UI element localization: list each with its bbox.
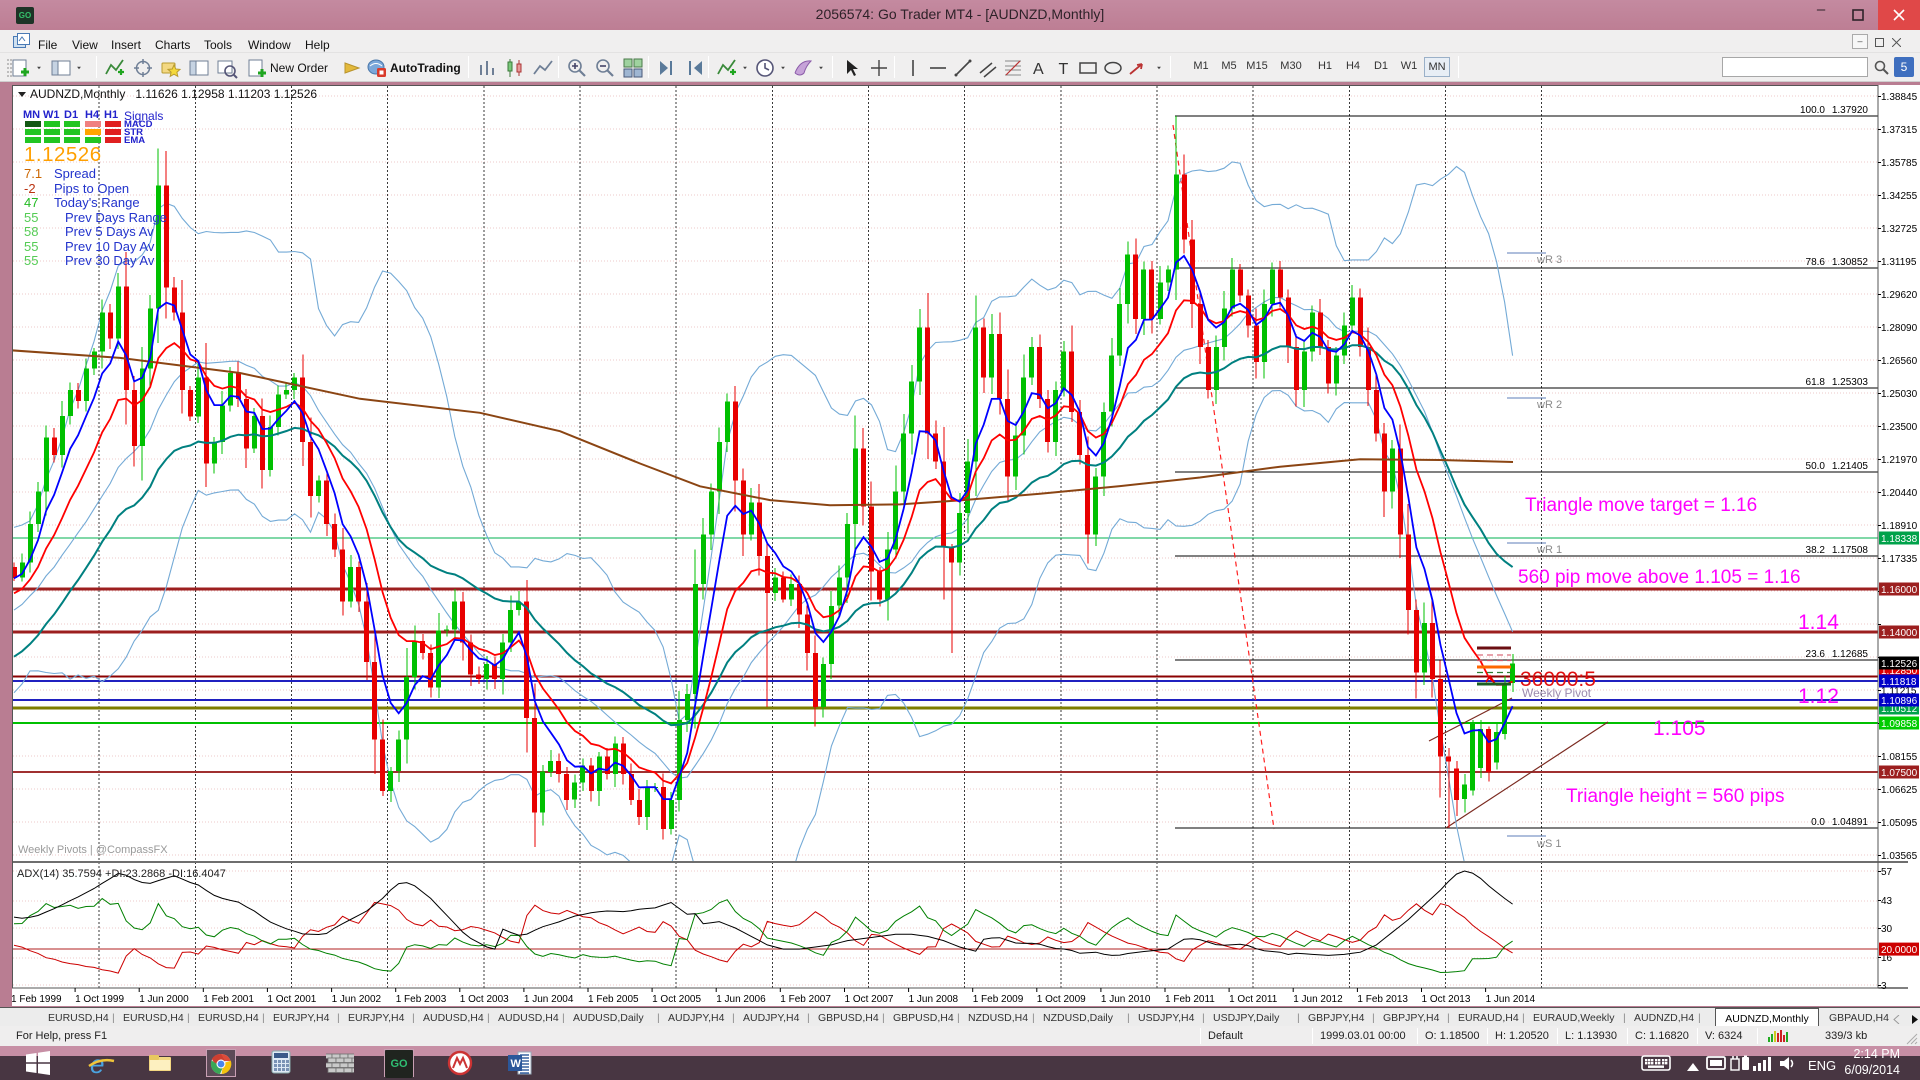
svg-text:1 Oct 2013: 1 Oct 2013 [1422,994,1471,1005]
svg-text:Weekly Pivots | @CompassFX: Weekly Pivots | @CompassFX [18,844,168,856]
svg-text:0.0: 0.0 [1811,817,1825,828]
svg-text:wR 3: wR 3 [1536,254,1562,266]
svg-text:1.25030: 1.25030 [1881,389,1918,400]
svg-text:43: 43 [1881,896,1893,907]
svg-text:1.03565: 1.03565 [1881,851,1918,862]
svg-text:1 Feb 2003: 1 Feb 2003 [396,994,447,1005]
svg-text:1 Feb 2007: 1 Feb 2007 [780,994,831,1005]
svg-text:1.38845: 1.38845 [1881,92,1918,103]
svg-text:1.12: 1.12 [1798,685,1839,708]
svg-text:W: W [511,1058,522,1070]
svg-text:1.07500: 1.07500 [1881,768,1918,779]
svg-text:A: A [1033,61,1044,78]
svg-text:1.20440: 1.20440 [1881,488,1918,499]
svg-text:Triangle height = 560 pips: Triangle height = 560 pips [1566,786,1784,807]
svg-text:1.21405: 1.21405 [1832,461,1869,472]
svg-text:20.0000: 20.0000 [1881,945,1918,956]
svg-text:560 pip move above 1.105 = 1.1: 560 pip move above 1.105 = 1.16 [1518,567,1801,588]
svg-text:1 Feb 2005: 1 Feb 2005 [588,994,639,1005]
svg-text:1 Jun 2000: 1 Jun 2000 [139,994,189,1005]
svg-text:1.10896: 1.10896 [1881,696,1918,707]
svg-text:78.6: 78.6 [1806,257,1826,268]
svg-text:1 Feb 2001: 1 Feb 2001 [203,994,254,1005]
svg-text:1 Feb 2011: 1 Feb 2011 [1165,994,1215,1005]
svg-text:wS 1: wS 1 [1536,838,1561,850]
svg-text:1 Oct 2007: 1 Oct 2007 [845,994,894,1005]
svg-text:100.0: 100.0 [1800,105,1825,116]
svg-text:1.18910: 1.18910 [1881,521,1918,532]
svg-text:1.34255: 1.34255 [1881,191,1918,202]
svg-text:1.37315: 1.37315 [1881,125,1918,136]
svg-text:1 Oct 2009: 1 Oct 2009 [1037,994,1086,1005]
svg-text:AUDNZD,Monthly 1.11626 1.129: AUDNZD,Monthly 1.11626 1.12958 1.11203 1… [30,87,317,101]
svg-text:1.14000: 1.14000 [1881,628,1918,639]
svg-text:1.09858: 1.09858 [1881,719,1918,730]
svg-text:1.23500: 1.23500 [1881,422,1918,433]
svg-text:1 Feb 2013: 1 Feb 2013 [1357,994,1408,1005]
svg-text:1.17508: 1.17508 [1832,545,1869,556]
svg-text:1.32725: 1.32725 [1881,224,1918,235]
svg-text:1 Jun 2014: 1 Jun 2014 [1486,994,1536,1005]
svg-text:1 Jun 2002: 1 Jun 2002 [332,994,382,1005]
svg-text:1.17335: 1.17335 [1881,554,1918,565]
svg-text:1.21970: 1.21970 [1881,455,1918,466]
svg-text:ADX(14) 35.7594 +DI:23.2868 -D: ADX(14) 35.7594 +DI:23.2868 -DI:16.4047 [17,868,226,880]
svg-text:1 Oct 2001: 1 Oct 2001 [267,994,316,1005]
svg-text:1.28090: 1.28090 [1881,323,1918,334]
svg-text:1 Jun 2010: 1 Jun 2010 [1101,994,1151,1005]
svg-text:1.35785: 1.35785 [1881,158,1918,169]
svg-text:1.29620: 1.29620 [1881,290,1918,301]
svg-text:1.14: 1.14 [1798,611,1839,634]
svg-text:30: 30 [1881,924,1893,935]
svg-text:Weekly Pivot: Weekly Pivot [1522,686,1592,700]
svg-text:T: T [1059,61,1069,78]
svg-text:1.04891: 1.04891 [1832,817,1869,828]
svg-text:1.06625: 1.06625 [1881,785,1918,796]
svg-text:57: 57 [1881,867,1893,878]
svg-text:1.08155: 1.08155 [1881,752,1918,763]
svg-text:1.18338: 1.18338 [1881,534,1918,545]
svg-text:1 Jun 2008: 1 Jun 2008 [909,994,959,1005]
svg-text:1 Oct 1999: 1 Oct 1999 [75,994,124,1005]
svg-text:1.12685: 1.12685 [1832,649,1869,660]
svg-text:23.6: 23.6 [1806,649,1826,660]
svg-text:1 Feb 2009: 1 Feb 2009 [973,994,1024,1005]
svg-text:1.37920: 1.37920 [1832,105,1869,116]
svg-text:wR 2: wR 2 [1536,399,1562,411]
svg-text:3: 3 [1881,981,1887,992]
svg-text:1.26560: 1.26560 [1881,356,1918,367]
svg-text:61.8: 61.8 [1806,377,1826,388]
svg-text:1 Jun 2004: 1 Jun 2004 [524,994,574,1005]
svg-text:Triangle move target = 1.16: Triangle move target = 1.16 [1525,495,1757,516]
svg-text:1 Jun 2012: 1 Jun 2012 [1293,994,1343,1005]
svg-text:1.16000: 1.16000 [1881,585,1918,596]
svg-text:1 Oct 2003: 1 Oct 2003 [460,994,509,1005]
svg-text:1.25303: 1.25303 [1832,377,1869,388]
svg-text:wR 1: wR 1 [1536,544,1562,556]
svg-text:1 Oct 2011: 1 Oct 2011 [1229,994,1278,1005]
svg-text:1.12526: 1.12526 [1881,659,1918,670]
svg-text:1 Feb 1999: 1 Feb 1999 [12,994,62,1005]
svg-text:1.31195: 1.31195 [1881,257,1917,268]
svg-text:1 Oct 2005: 1 Oct 2005 [652,994,701,1005]
svg-text:1.105: 1.105 [1653,717,1706,740]
svg-text:1.05095: 1.05095 [1881,818,1918,829]
svg-text:1.11818: 1.11818 [1881,677,1917,688]
svg-text:1.30852: 1.30852 [1832,257,1869,268]
svg-text:38.2: 38.2 [1806,545,1826,556]
svg-text:50.0: 50.0 [1806,461,1826,472]
svg-text:1 Jun 2006: 1 Jun 2006 [716,994,766,1005]
